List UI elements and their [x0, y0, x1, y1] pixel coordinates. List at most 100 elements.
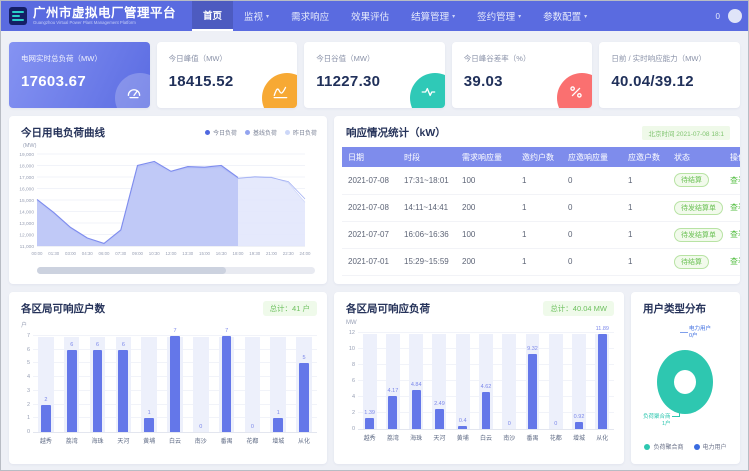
svg-text:22:30: 22:30 — [283, 251, 295, 256]
x-axis-label: 增城 — [265, 436, 291, 445]
view-link[interactable]: 查看 — [730, 230, 740, 239]
x-axis-label: 白云 — [162, 436, 188, 445]
callout-aggregator: 负荷聚合商 1户 — [643, 414, 671, 427]
pie-legend-item-2[interactable]: 电力用户 — [694, 442, 727, 451]
response-table: 日期时段需求响应量邀约户数应邀响应量应邀户数状态操作 2021-07-0817:… — [342, 147, 740, 276]
bar-column: 1 — [136, 337, 162, 432]
y-axis-label: 5 — [27, 360, 30, 366]
column-header-6: 应邀户数 — [622, 147, 668, 167]
x-axis-label: 番禺 — [214, 436, 240, 445]
cell-demand: 100 — [456, 167, 516, 194]
households-total-badge: 总计：41 户 — [263, 301, 317, 316]
column-header-2: 时段 — [398, 147, 456, 167]
bar-column: 5 — [291, 337, 317, 432]
bar-background-stripe — [193, 337, 208, 432]
nav-item-label: 签约管理 — [477, 9, 515, 23]
district-load-panel: 各区局可响应负荷 总计：40.04 MW MW 0246810121.394.1… — [334, 292, 624, 464]
column-header-8: 操作 — [724, 147, 740, 167]
cell-status: 待发结算单 — [668, 221, 724, 248]
pie-legend-label: 电力用户 — [703, 442, 727, 451]
x-axis-label: 海珠 — [85, 436, 111, 445]
cell-accepted_count: 1 — [622, 167, 668, 194]
district-households-panel: 各区局可响应户数 总计：41 户 户 0123456726661707015越秀… — [9, 292, 327, 464]
svg-text:07:30: 07:30 — [115, 251, 127, 256]
nav-item-4[interactable]: 效果评估 — [340, 1, 400, 31]
status-badge: 待结算 — [674, 255, 709, 269]
svg-text:21:00: 21:00 — [266, 251, 278, 256]
kpi-card-5: 日前 / 实时响应能力（MW）40.04/39.12 — [599, 42, 740, 108]
cell-date: 2021-07-08 — [342, 167, 398, 194]
bar — [118, 350, 128, 432]
user-avatar[interactable] — [728, 9, 742, 23]
bar-background-stripe — [502, 334, 516, 429]
bar — [365, 418, 374, 429]
y-axis-label: 6 — [352, 378, 355, 384]
x-axis-label: 番禺 — [521, 433, 544, 442]
svg-text:10:30: 10:30 — [149, 251, 161, 256]
bar — [67, 350, 77, 432]
bar — [93, 350, 103, 432]
view-link[interactable]: 查看 — [730, 257, 740, 266]
bar-value-label: 7 — [209, 328, 245, 334]
bar — [458, 426, 467, 429]
svg-text:15:00: 15:00 — [199, 251, 211, 256]
legend-item-1[interactable]: 今日负荷 — [205, 128, 237, 137]
app-title: 广州市虚拟电厂管理平台 — [33, 7, 176, 20]
load-curve-chart: 11,00012,00013,00014,00015,00016,00017,0… — [9, 149, 311, 261]
chart-scrollbar[interactable] — [37, 267, 315, 274]
status-badge: 待结算 — [674, 173, 709, 187]
svg-text:18:00: 18:00 — [233, 251, 245, 256]
bar-column: 7 — [214, 337, 240, 432]
nav-item-3[interactable]: 需求响应 — [280, 1, 340, 31]
y-axis-label: 0 — [27, 429, 30, 435]
bar-column: 4.84 — [405, 334, 428, 429]
nav-item-2[interactable]: 监视▾ — [233, 1, 280, 31]
kpi-card-label: 日前 / 实时响应能力（MW） — [611, 53, 728, 64]
table-row: 2021-07-0817:31~18:01100101待结算查看 — [342, 167, 740, 194]
district-load-chart: 0246810121.394.174.842.490.44.6209.3200.… — [334, 334, 624, 442]
user-type-legend: 负荷聚合商 电力用户 — [631, 442, 740, 451]
cell-accepted_amount: 0 — [562, 248, 622, 275]
legend-item-3[interactable]: 昨日负荷 — [285, 128, 317, 137]
bar — [222, 336, 232, 432]
bar — [144, 418, 154, 432]
chart-scrollbar-handle[interactable] — [37, 267, 226, 274]
svg-text:13,000: 13,000 — [19, 221, 34, 227]
bar — [482, 392, 491, 429]
response-stats-panel: 响应情况统计（kW） 北京时间 2021-07-08 18:1 日期时段需求响应… — [334, 116, 740, 284]
y-axis-label: 12 — [349, 330, 355, 336]
x-axis-label: 白云 — [474, 433, 497, 442]
svg-text:14,000: 14,000 — [19, 210, 34, 216]
nav-item-label: 结算管理 — [411, 9, 449, 23]
district-load-total-badge: 总计：40.04 MW — [543, 301, 614, 316]
y-axis-label: 7 — [27, 333, 30, 339]
bar — [388, 396, 397, 429]
y-axis-label: 10 — [349, 346, 355, 352]
callout-power-user: 电力用户 0户 — [689, 326, 711, 339]
nav-item-5[interactable]: 结算管理▾ — [400, 1, 466, 31]
nav-item-1[interactable]: 首页 — [192, 1, 233, 31]
bar-column: 4.62 — [474, 334, 497, 429]
beijing-time-badge: 北京时间 2021-07-08 18:1 — [642, 126, 730, 140]
nav-item-6[interactable]: 签约管理▾ — [466, 1, 532, 31]
load-curve-title: 今日用电负荷曲线 — [21, 125, 105, 140]
y-axis-label: 0 — [352, 426, 355, 432]
response-stats-title: 响应情况统计（kW） — [346, 125, 446, 140]
bar — [598, 334, 607, 429]
legend-item-2[interactable]: 基线负荷 — [245, 128, 277, 137]
x-axis-label: 天河 — [110, 436, 136, 445]
nav-item-7[interactable]: 参数配置▾ — [532, 1, 598, 31]
view-link[interactable]: 查看 — [730, 176, 740, 185]
cell-invited: 1 — [516, 248, 562, 275]
x-axis-label: 海珠 — [405, 433, 428, 442]
notification-count[interactable]: 0 — [716, 12, 720, 21]
bar-value-label: 5 — [286, 355, 322, 361]
y-axis-label: 6 — [27, 347, 30, 353]
view-link[interactable]: 查看 — [730, 203, 740, 212]
cell-accepted_amount: 0 — [562, 194, 622, 221]
logo-icon — [9, 7, 27, 25]
cell-demand: 200 — [456, 248, 516, 275]
pie-legend-item-1[interactable]: 负荷聚合商 — [644, 442, 683, 451]
chevron-down-icon: ▾ — [518, 13, 521, 20]
x-axis-label: 荔湾 — [381, 433, 404, 442]
